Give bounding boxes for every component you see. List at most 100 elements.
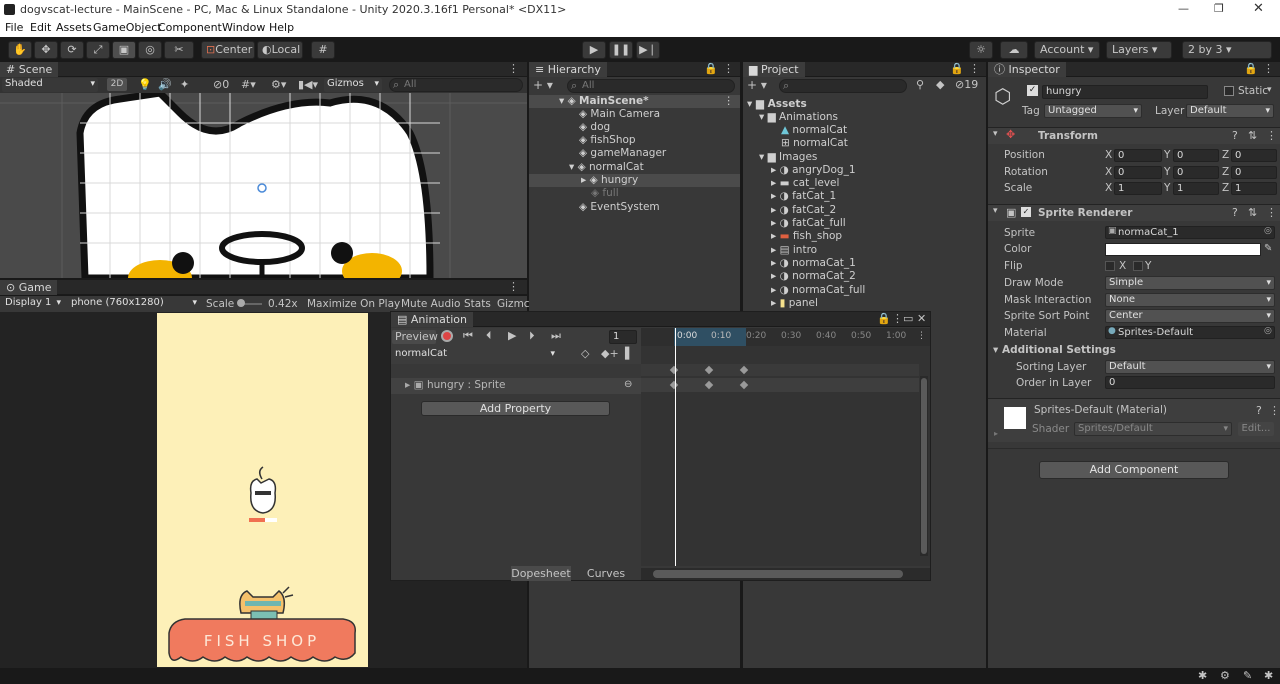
2d-toggle[interactable]: 2D xyxy=(107,78,127,91)
object-picker-icon[interactable]: ◎ xyxy=(1264,326,1272,336)
material-field[interactable]: Sprites-Default xyxy=(1105,326,1275,339)
menu-help[interactable]: Help xyxy=(269,21,294,34)
maximize-icon[interactable]: ▭ xyxy=(903,312,913,325)
help-icon[interactable]: ? xyxy=(1232,129,1238,142)
menu-window[interactable]: Window xyxy=(222,21,265,34)
bug-icon[interactable]: ✱ xyxy=(1198,669,1207,682)
sprite-renderer-header[interactable]: ▾ ▣ ✓ Sprite Renderer ? ⇅ ⋮ xyxy=(988,204,1280,221)
name-field[interactable]: hungry xyxy=(1042,85,1208,99)
tree-item-main-camera[interactable]: ◈ Main Camera xyxy=(529,108,740,121)
eyedropper-icon[interactable]: ✎ xyxy=(1264,243,1272,254)
dopesheet-tab[interactable]: Dopesheet xyxy=(511,566,571,581)
static-checkbox[interactable] xyxy=(1224,86,1234,96)
shader-dropdown[interactable]: Sprites/Default xyxy=(1074,422,1232,436)
tree-item-mainscene[interactable]: ▾ ◈ MainScene* ⋮ xyxy=(529,95,740,108)
tree-item-full[interactable]: ◈ full xyxy=(529,187,740,200)
create-button[interactable]: + ▾ xyxy=(747,78,767,92)
property-options-icon[interactable]: ⊖ xyxy=(624,379,632,390)
tree-item-image[interactable]: ▸ ◑ angryDog_1 xyxy=(743,164,986,177)
tree-item-image[interactable]: ▸ ◑ fatCat_2 xyxy=(743,204,986,217)
filter-label-icon[interactable]: ◆ xyxy=(936,78,944,91)
collab-icon[interactable]: ☼ xyxy=(969,41,993,59)
position-x[interactable]: 0 xyxy=(1114,149,1162,162)
lock-icon[interactable]: 🔒 xyxy=(950,62,964,75)
draw-mode-dropdown[interactable]: Simple xyxy=(1105,276,1275,290)
transform-tool-icon[interactable]: ◎ xyxy=(138,41,162,59)
maximize-on-play-toggle[interactable]: Maximize On Play xyxy=(307,298,400,310)
project-search-input[interactable] xyxy=(779,79,907,93)
next-key-icon[interactable]: ⏵ xyxy=(529,329,535,343)
tree-item-anim-controller[interactable]: ⊞ normalCat xyxy=(743,137,986,150)
prev-key-icon[interactable]: ⏴ xyxy=(486,329,492,343)
tree-item-image[interactable]: ▸ ▮ panel xyxy=(743,297,986,310)
tree-item-anim-clip[interactable]: ▲ normalCat xyxy=(743,124,986,137)
step-button[interactable]: ▶❘ xyxy=(636,41,660,59)
tree-item-image[interactable]: ▸ ▬ cat_level xyxy=(743,177,986,190)
menu-edit[interactable]: Edit xyxy=(30,21,51,34)
tab-animation[interactable]: ▤ Animation xyxy=(391,312,473,327)
stats-toggle[interactable]: Stats xyxy=(464,298,491,310)
minimize-icon[interactable]: — xyxy=(1178,2,1189,15)
add-keyframe-icon[interactable]: ◆+ xyxy=(601,347,619,360)
more-icon[interactable]: ⋮ xyxy=(723,62,734,75)
play-icon[interactable]: ▶ xyxy=(508,329,516,342)
more-icon[interactable]: ⋮ xyxy=(1269,404,1280,417)
preset-icon[interactable]: ⇅ xyxy=(1248,206,1257,219)
horizontal-scrollbar-thumb[interactable] xyxy=(653,570,903,578)
filter-key-icon[interactable]: ◇ xyxy=(581,347,589,360)
gizmos-toggle[interactable]: Gizmc xyxy=(497,298,530,310)
tree-item-image[interactable]: ▸ ◑ normaCat_full xyxy=(743,284,986,297)
add-component-button[interactable]: Add Component xyxy=(1039,461,1229,479)
foldout-icon[interactable]: ▸ xyxy=(994,429,998,438)
add-event-icon[interactable]: ▌ xyxy=(625,347,633,360)
tab-hierarchy[interactable]: ≡ Hierarchy xyxy=(529,62,607,77)
move-tool-icon[interactable]: ✥ xyxy=(34,41,58,59)
close-icon[interactable]: ✕ xyxy=(1253,1,1264,16)
more-icon[interactable]: ⋮ xyxy=(508,280,519,293)
menu-component[interactable]: Component xyxy=(158,21,222,34)
filter-type-icon[interactable]: ⚲ xyxy=(916,78,924,91)
gizmos-dropdown[interactable]: Gizmos xyxy=(324,78,382,92)
more-icon[interactable]: ⋮ xyxy=(892,312,903,325)
more-icon[interactable]: ⋮ xyxy=(1266,129,1277,142)
rotation-x[interactable]: 0 xyxy=(1114,166,1162,179)
transform-header[interactable]: ▾ ✥ Transform ? ⇅ ⋮ xyxy=(988,127,1280,144)
tree-item-image[interactable]: ▸ ▬ fish_shop xyxy=(743,230,986,243)
clip-dropdown[interactable]: normalCat xyxy=(392,348,558,362)
effects-icon[interactable]: ✦ xyxy=(180,78,189,91)
playhead[interactable] xyxy=(675,328,676,566)
scale-z[interactable]: 1 xyxy=(1231,182,1277,195)
tree-item-gamemanager[interactable]: ◈ gameManager xyxy=(529,147,740,160)
dopesheet-area[interactable]: 0:00 0:10 0:20 0:30 0:40 0:50 1:00 ⋮ xyxy=(641,328,930,566)
audio-icon[interactable]: 🔊 xyxy=(158,78,172,91)
tab-inspector[interactable]: ⓘ Inspector xyxy=(988,62,1066,77)
lock-icon[interactable]: 🔒 xyxy=(1244,62,1258,75)
rect-tool-icon[interactable]: ▣ xyxy=(112,41,136,59)
pivot-center-button[interactable]: ⊡Center xyxy=(201,41,255,59)
lock-icon[interactable]: 🔒 xyxy=(704,62,718,75)
grid-snap-icon[interactable]: # xyxy=(311,41,335,59)
tree-item-image[interactable]: ▸ ▤ intro xyxy=(743,244,986,257)
static-dropdown-icon[interactable]: ▾ xyxy=(1267,85,1272,95)
more-icon[interactable]: ⋮ xyxy=(724,95,735,108)
flip-x-checkbox[interactable] xyxy=(1105,261,1115,271)
rotate-tool-icon[interactable]: ⟳ xyxy=(60,41,84,59)
flip-y-checkbox[interactable] xyxy=(1133,261,1143,271)
more-icon[interactable]: ⋮ xyxy=(917,331,926,341)
progress-icon[interactable]: ✱ xyxy=(1264,669,1273,682)
tree-item-fishshop[interactable]: ◈ fishShop xyxy=(529,134,740,147)
camera-icon[interactable]: ▮◀▾ xyxy=(298,78,318,91)
tree-item-image[interactable]: ▸ ◑ fatCat_full xyxy=(743,217,986,230)
add-property-button[interactable]: Add Property xyxy=(421,401,610,416)
position-z[interactable]: 0 xyxy=(1231,149,1277,162)
shading-dropdown[interactable]: Shaded xyxy=(2,78,98,92)
account-dropdown[interactable]: Account ▾ xyxy=(1034,41,1100,59)
tree-item-hungry[interactable]: ▸ ◈ hungry xyxy=(529,174,740,187)
cloud-icon[interactable]: ☁ xyxy=(1000,41,1028,59)
preview-toggle[interactable]: Preview xyxy=(392,330,438,344)
sprite-field[interactable]: normaCat_1 xyxy=(1105,226,1275,239)
tree-item-images[interactable]: ▾ ▆ Images xyxy=(743,151,986,164)
scale-slider-handle[interactable] xyxy=(237,299,245,307)
more-icon[interactable]: ⋮ xyxy=(1266,206,1277,219)
curves-tab[interactable]: Curves xyxy=(577,566,635,581)
